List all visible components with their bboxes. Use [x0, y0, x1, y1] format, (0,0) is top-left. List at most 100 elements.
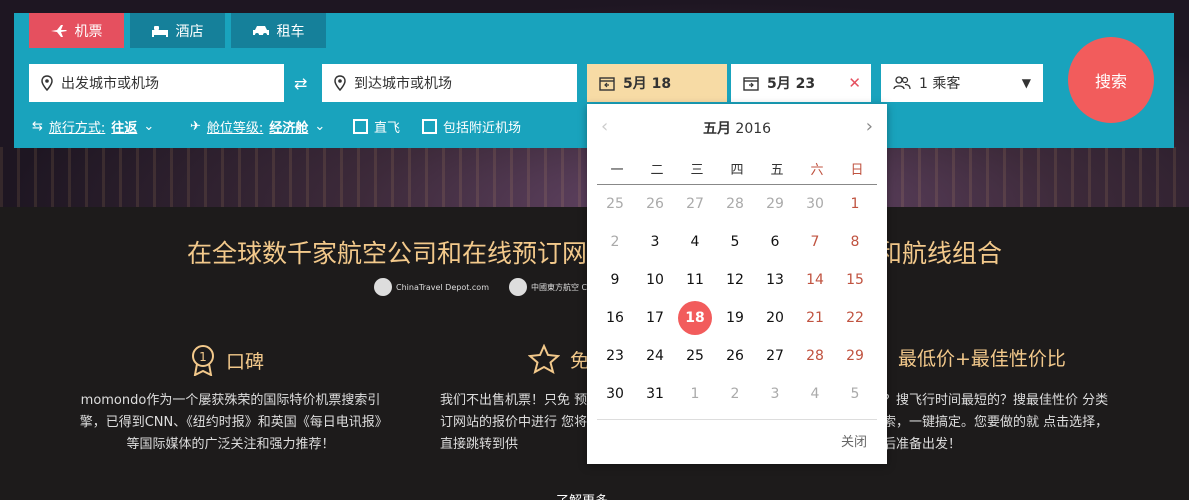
calendar-day[interactable]: 1: [675, 375, 715, 413]
calendar-day[interactable]: 5: [715, 223, 755, 261]
calendar-day[interactable]: 9: [595, 261, 635, 299]
calendar-day[interactable]: 2: [715, 375, 755, 413]
calendar-day[interactable]: 28: [715, 185, 755, 223]
calendar-day[interactable]: 5: [835, 375, 875, 413]
calendar-day[interactable]: 25: [675, 337, 715, 375]
seat-icon: ✈: [190, 119, 201, 134]
calendar-day-label: 17: [646, 310, 664, 326]
cabin-class-dropdown[interactable]: ✈ 舱位等级: 经济舱 ⌄: [190, 117, 325, 136]
calendar-day-label: 29: [766, 196, 784, 212]
calendar-day[interactable]: 16: [595, 299, 635, 337]
destination-placeholder: 到达城市或机场: [354, 76, 452, 92]
calendar-day[interactable]: 25: [595, 185, 635, 223]
feature-free: 免: [528, 344, 589, 374]
calendar-day[interactable]: 15: [835, 261, 875, 299]
calendar-day[interactable]: 29: [755, 185, 795, 223]
calendar-day[interactable]: 21: [795, 299, 835, 337]
users-icon: [893, 76, 911, 90]
search-button[interactable]: 搜索: [1068, 37, 1154, 123]
calendar-day[interactable]: 13: [755, 261, 795, 299]
headline-text: 在全球数千家航空公司和在线预订网站: [186, 239, 612, 268]
swap-icon[interactable]: ⇄: [294, 74, 307, 93]
calendar-day-label: 18: [678, 301, 712, 335]
origin-placeholder: 出发城市或机场: [61, 76, 159, 92]
calendar-day-label: 26: [646, 196, 664, 212]
calendar-day[interactable]: 30: [595, 375, 635, 413]
calendar-day[interactable]: 26: [635, 185, 675, 223]
tab-flights[interactable]: 机票: [29, 13, 124, 48]
calendar-day-label: 14: [806, 272, 824, 288]
calendar-day-label: 5: [730, 234, 740, 250]
calendar-day-label: 28: [806, 348, 824, 364]
direct-only-label: 直飞: [374, 121, 401, 136]
nearby-airports-checkbox[interactable]: 包括附近机场: [422, 117, 521, 136]
cabin-class-label: 舱位等级:: [206, 121, 264, 136]
checkbox-icon: [422, 119, 437, 134]
calendar-day-label: 1: [850, 196, 860, 212]
calendar-day[interactable]: 22: [835, 299, 875, 337]
clear-return-date-icon[interactable]: ✕: [848, 74, 861, 92]
plane-icon: [50, 24, 67, 37]
calendar-day[interactable]: 2: [595, 223, 635, 261]
calendar-icon: [743, 76, 759, 91]
calendar-day-label: 6: [770, 234, 780, 250]
weekday-label: 二: [650, 163, 664, 178]
passengers-select[interactable]: 1 乘客 ▼: [881, 64, 1043, 102]
calendar-day[interactable]: 29: [835, 337, 875, 375]
calendar-day-label: 28: [726, 196, 744, 212]
calendar-day[interactable]: 3: [635, 223, 675, 261]
calendar-day-selected[interactable]: 18: [675, 299, 715, 337]
calendar-day-label: 31: [646, 386, 664, 402]
calendar-day[interactable]: 17: [635, 299, 675, 337]
calendar-day[interactable]: 23: [595, 337, 635, 375]
calendar-day-label: 30: [606, 386, 624, 402]
calendar-day[interactable]: 4: [795, 375, 835, 413]
learn-more-link[interactable]: 了解更多: [556, 490, 608, 500]
calendar-day[interactable]: 27: [675, 185, 715, 223]
svg-text:1: 1: [199, 350, 207, 364]
tab-hotels[interactable]: 酒店: [130, 13, 225, 48]
calendar-day[interactable]: 26: [715, 337, 755, 375]
calendar-day[interactable]: 14: [795, 261, 835, 299]
calendar-day[interactable]: 24: [635, 337, 675, 375]
tab-cars[interactable]: 租车: [231, 13, 326, 48]
origin-field[interactable]: 出发城市或机场: [29, 64, 284, 102]
calendar-day-label: 8: [850, 234, 860, 250]
calendar-day[interactable]: 6: [755, 223, 795, 261]
nearby-airports-label: 包括附近机场: [443, 121, 522, 136]
calendar-day-label: 4: [810, 386, 820, 402]
calendar-day[interactable]: 19: [715, 299, 755, 337]
date-picker: ‹ 五月 2016 › 一二三四五六日 25 26 27 28 29 30 1 2 3 4 5 6 7 8…: [587, 104, 887, 464]
calendar-day-label: 27: [686, 196, 704, 212]
calendar-day[interactable]: 7: [795, 223, 835, 261]
calendar-day[interactable]: 8: [835, 223, 875, 261]
calendar-day[interactable]: 12: [715, 261, 755, 299]
trip-type-icon: ⇆: [32, 119, 43, 134]
weekday-label: 三: [690, 163, 704, 178]
next-month-icon[interactable]: ›: [866, 116, 873, 137]
calendar-day[interactable]: 28: [795, 337, 835, 375]
depart-date-value: 5月 18: [623, 76, 672, 92]
tab-hotels-label: 酒店: [175, 23, 204, 40]
calendar-day[interactable]: 1: [835, 185, 875, 223]
depart-date-field[interactable]: 5月 18: [587, 64, 727, 102]
tab-cars-label: 租车: [276, 23, 305, 40]
passengers-value: 1 乘客: [919, 76, 961, 92]
trip-type-dropdown[interactable]: ⇆ 旅行方式: 往返 ⌄: [32, 117, 154, 136]
calendar-day[interactable]: 11: [675, 261, 715, 299]
calendar-day[interactable]: 31: [635, 375, 675, 413]
calendar-icon: [599, 76, 615, 91]
calendar-day[interactable]: 30: [795, 185, 835, 223]
return-date-field[interactable]: 5月 23 ✕: [731, 64, 871, 102]
calendar-day[interactable]: 10: [635, 261, 675, 299]
calendar-day-label: 11: [686, 272, 704, 288]
calendar-day[interactable]: 4: [675, 223, 715, 261]
close-calendar-button[interactable]: 关闭: [841, 431, 867, 450]
calendar-day[interactable]: 3: [755, 375, 795, 413]
calendar-day[interactable]: 27: [755, 337, 795, 375]
product-tabs: 机票 酒店 租车: [29, 13, 326, 48]
destination-field[interactable]: 到达城市或机场: [322, 64, 577, 102]
calendar-day[interactable]: 20: [755, 299, 795, 337]
direct-only-checkbox[interactable]: 直飞: [353, 117, 400, 136]
trip-type-value: 往返: [111, 121, 138, 136]
